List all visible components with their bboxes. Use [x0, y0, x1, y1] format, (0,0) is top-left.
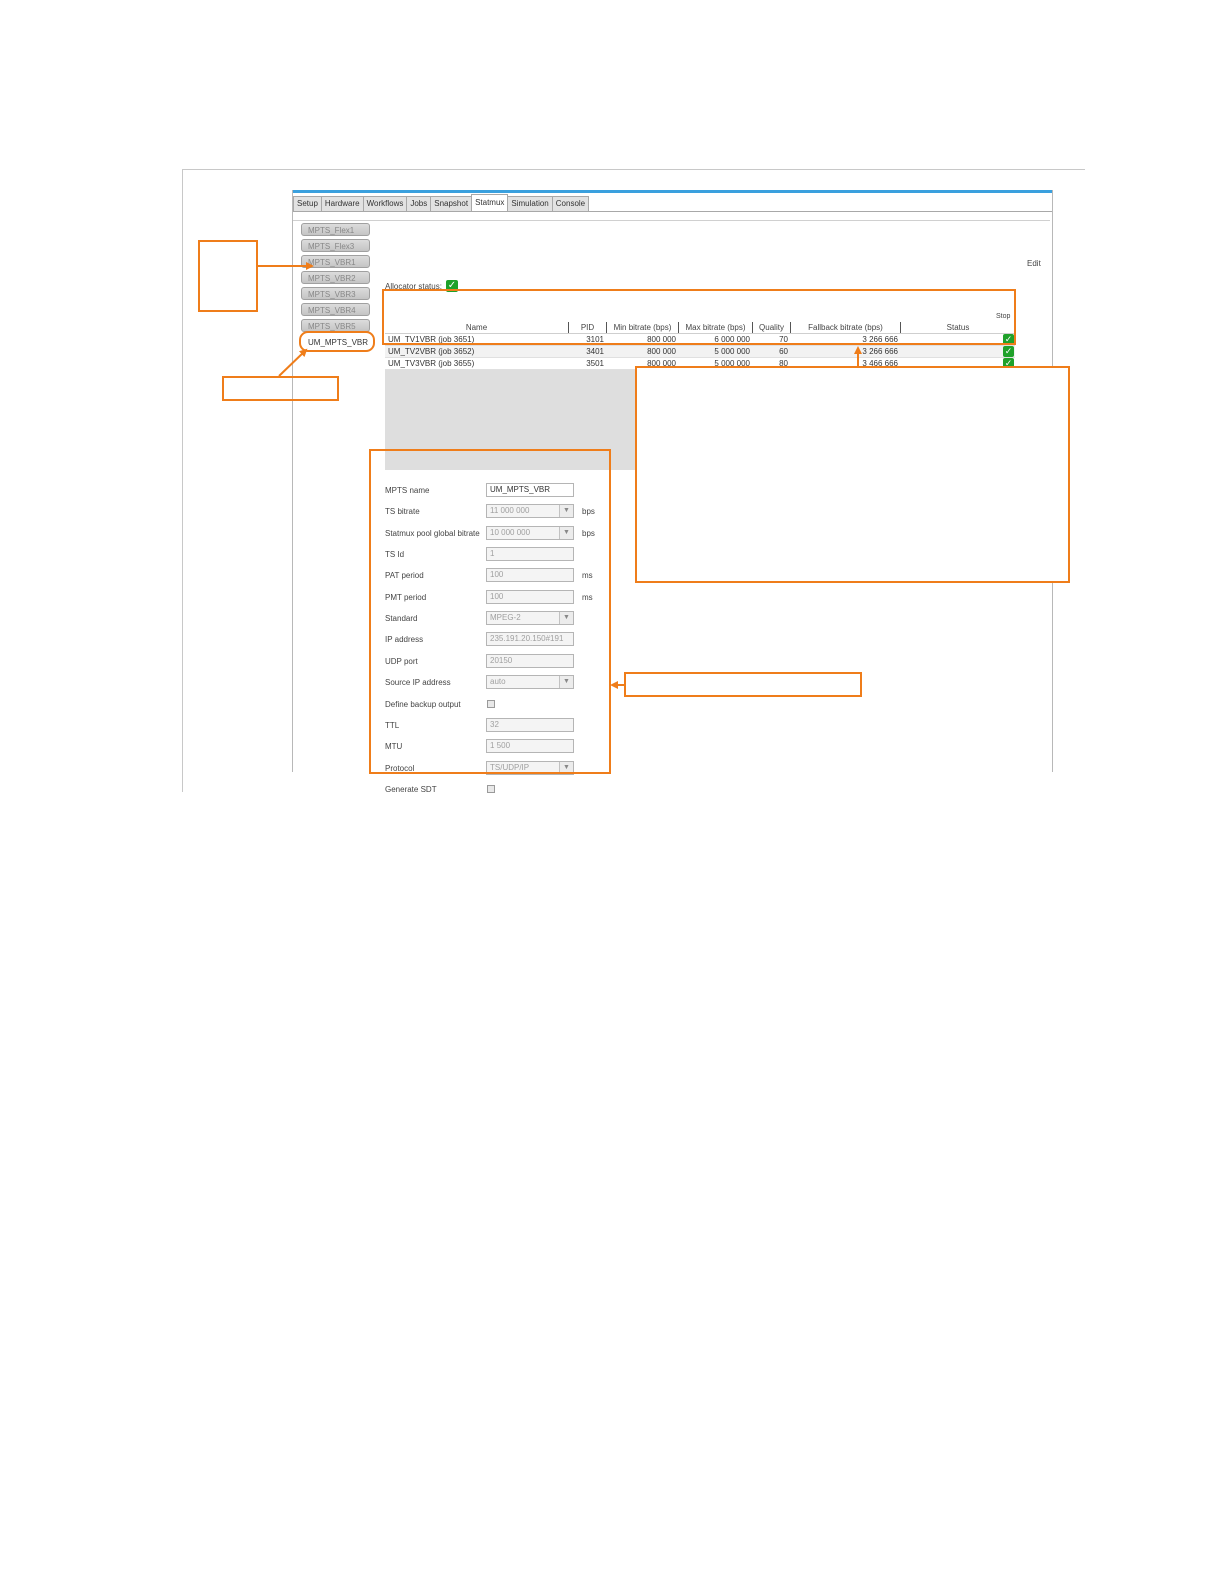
table-cell-status: ✓ [901, 346, 1015, 357]
annotation-box-form-callout [624, 672, 862, 697]
tab-jobs[interactable]: Jobs [406, 196, 432, 212]
table-cell: 60 [779, 347, 788, 356]
sidebar-item-mpts-vbr2[interactable]: MPTS_VBR2 [301, 271, 370, 284]
tab-setup[interactable]: Setup [293, 196, 322, 212]
table-cell: 3 266 666 [862, 347, 898, 356]
tab-bar: Setup Hardware Workflows Jobs Snapshot Statmu… [293, 194, 590, 212]
form-row: Generate SDT [385, 782, 615, 796]
sidebar-item-mpts-vbr4[interactable]: MPTS_VBR4 [301, 303, 370, 316]
top-accent-bar [293, 190, 1052, 193]
tab-workflows[interactable]: Workflows [362, 196, 408, 212]
status-ok-icon: ✓ [1003, 346, 1014, 357]
annotation-highlight-form [369, 449, 611, 774]
annotation-highlight-table [382, 289, 1016, 345]
sidebar-item-mpts-flex3[interactable]: MPTS_Flex3 [301, 239, 370, 252]
table-row[interactable]: UM_TV2VBR (job 3652) 3401 800 000 5 000 000… [385, 346, 1015, 358]
annotation-box-sidebar-callout [198, 240, 258, 312]
sidebar-item-mpts-vbr3[interactable]: MPTS_VBR3 [301, 287, 370, 300]
table-cell: UM_TV3VBR (job 3655) [388, 359, 475, 368]
table-cell: 3401 [586, 347, 604, 356]
tab-divider [293, 211, 1052, 212]
annotation-highlight-selected-mpts [299, 331, 375, 352]
generate-sdt-checkbox[interactable] [487, 784, 495, 793]
table-cell: 5 000 000 [714, 347, 750, 356]
sidebar-item-mpts-flex1[interactable]: MPTS_Flex1 [301, 223, 370, 236]
field-label: Generate SDT [385, 784, 437, 794]
table-cell: 800 000 [647, 347, 676, 356]
annotation-box-selected-label [222, 376, 339, 401]
edit-link[interactable]: Edit [1027, 259, 1041, 268]
table-cell: 3501 [586, 359, 604, 368]
sidebar-item-mpts-vbr1[interactable]: MPTS_VBR1 [301, 255, 370, 268]
tab-console[interactable]: Console [551, 196, 590, 212]
tab-hardware[interactable]: Hardware [320, 196, 364, 212]
tab-statmux[interactable]: Statmux [471, 194, 509, 212]
tab-simulation[interactable]: Simulation [507, 196, 553, 212]
table-cell: UM_TV2VBR (job 3652) [388, 347, 475, 356]
tab-snapshot[interactable]: Snapshot [430, 196, 473, 212]
annotation-box-table-callout [635, 366, 1070, 583]
